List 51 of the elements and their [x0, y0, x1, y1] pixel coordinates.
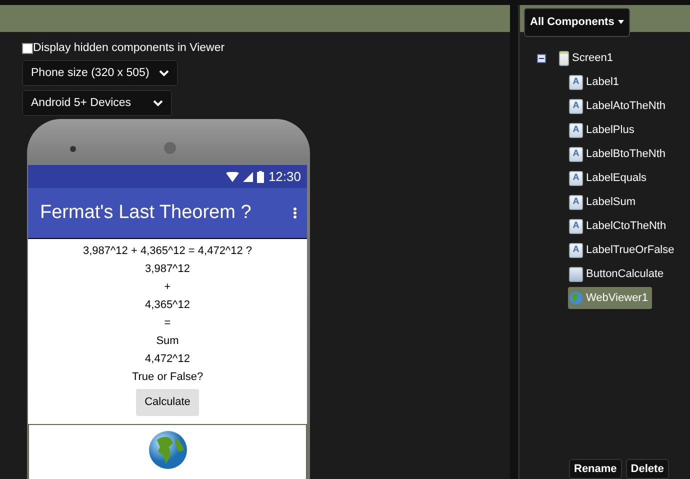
battery-icon [257, 170, 264, 183]
label-text: 4,472^12 [145, 353, 190, 366]
label-icon: A [569, 74, 583, 90]
status-time: 12:30 [268, 168, 301, 186]
checkbox-label: Display hidden components in Viewer [33, 41, 225, 56]
label-icon: A [569, 194, 583, 210]
tree-item[interactable]: A LabelBtoTheNth [568, 142, 670, 166]
label-text: + [164, 281, 171, 294]
label-icon: A [569, 170, 583, 186]
menu-icon[interactable] [293, 207, 297, 220]
label-text: = [164, 317, 171, 330]
tree-item[interactable]: WebViewer1 [568, 286, 652, 310]
collapse-icon[interactable] [537, 54, 546, 62]
globe-icon [569, 291, 583, 305]
screen-icon [559, 50, 569, 66]
tree-item[interactable]: A LabelAtoTheNth [568, 94, 670, 118]
tree-item[interactable]: A LabelPlus [568, 118, 638, 142]
label-icon: A [569, 122, 583, 138]
tree-item[interactable]: Screen1 [558, 46, 617, 70]
globe-icon [148, 430, 188, 470]
label-icon: A [569, 242, 583, 258]
label-icon: A [569, 98, 583, 114]
camera-icon [70, 146, 76, 152]
speaker-icon [164, 142, 176, 154]
label-text: 3,987^12 [145, 263, 190, 276]
label-text: Sum [156, 335, 179, 348]
wifi-icon [226, 172, 240, 182]
delete-button[interactable]: Delete [626, 458, 669, 479]
tree-item[interactable]: A Label1 [568, 70, 624, 94]
caret-icon [618, 20, 624, 24]
rename-button[interactable]: Rename [569, 458, 622, 479]
tree-item[interactable]: A LabelTrueOrFalse [568, 238, 678, 262]
button-icon [569, 266, 583, 282]
label-text: 3,987^12 + 4,365^12 = 4,472^12 ? [82, 245, 252, 258]
hidden-components-checkbox[interactable] [22, 43, 33, 54]
label-icon: A [569, 218, 583, 234]
label-text: 4,365^12 [145, 299, 190, 312]
tree-item[interactable]: A LabelCtoTheNth [568, 214, 670, 238]
chevron-down-icon [153, 100, 163, 107]
phone-size-select[interactable]: Phone size (320 x 505) [22, 60, 178, 86]
chevron-down-icon [159, 70, 169, 77]
device-select[interactable]: Android 5+ Devices [22, 90, 172, 116]
tree-item[interactable]: ButtonCalculate [568, 262, 668, 286]
calculate-button[interactable]: Calculate [136, 389, 200, 416]
components-filter-dropdown[interactable]: All Components [524, 8, 630, 36]
signal-icon [243, 172, 254, 182]
tree-item[interactable]: A LabelEquals [568, 166, 651, 190]
label-text: True or False? [132, 371, 204, 384]
label-icon: A [569, 146, 583, 162]
app-title: Fermat's Last Theorem ? [40, 201, 252, 225]
tree-item[interactable]: A LabelSum [568, 190, 640, 214]
